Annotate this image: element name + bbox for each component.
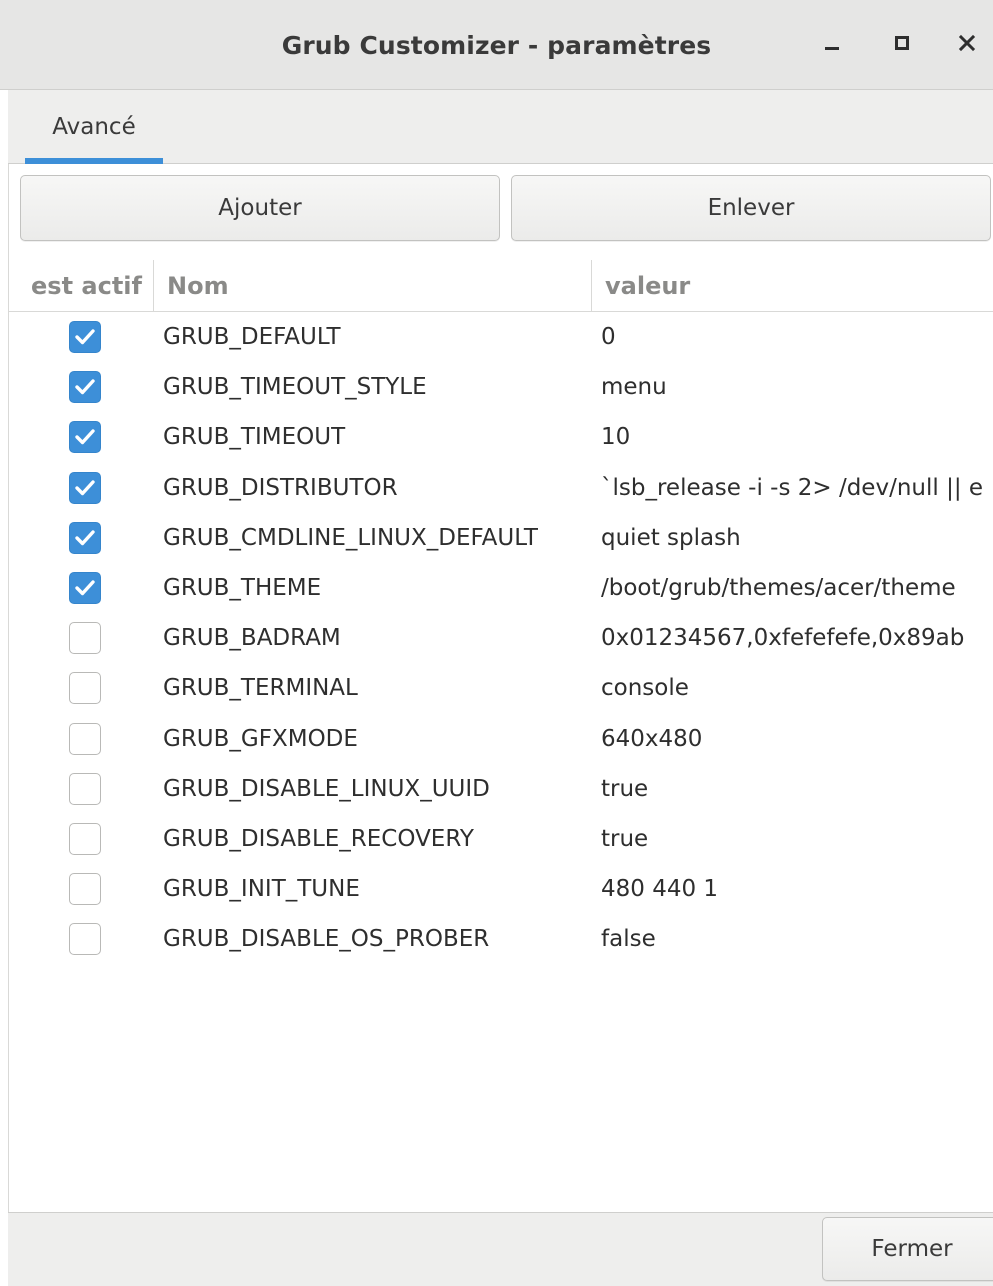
- tab-avance[interactable]: Avancé: [25, 90, 163, 164]
- active-checkbox[interactable]: [69, 772, 101, 805]
- column-header-name[interactable]: Nom: [153, 260, 591, 312]
- setting-name: GRUB_BADRAM: [163, 625, 341, 652]
- checkmark-icon: [75, 329, 95, 345]
- table-row[interactable]: GRUB_DISABLE_OS_PROBER false: [9, 914, 993, 964]
- settings-window: Grub Customizer - paramètres Avancé Ajou…: [0, 0, 993, 1286]
- setting-value[interactable]: true: [601, 814, 993, 864]
- checkmark-icon: [75, 379, 95, 395]
- active-checkbox[interactable]: [69, 622, 101, 655]
- table-row[interactable]: GRUB_TERMINAL console: [9, 663, 993, 713]
- setting-value[interactable]: quiet splash: [601, 513, 993, 563]
- table-row[interactable]: GRUB_DISABLE_RECOVERY true: [9, 814, 993, 864]
- setting-name: GRUB_TIMEOUT: [163, 424, 346, 451]
- table-row[interactable]: GRUB_GFXMODE 640x480: [9, 714, 993, 764]
- dialog-action-area: Fermer: [8, 1212, 993, 1286]
- table-row[interactable]: GRUB_TIMEOUT 10: [9, 412, 993, 462]
- title-bar[interactable]: Grub Customizer - paramètres: [0, 0, 993, 90]
- close-icon: [958, 34, 976, 56]
- tab-content: Ajouter Enlever est actif Nom valeur GRU…: [8, 164, 993, 1212]
- table-row[interactable]: GRUB_THEME/boot/grub/themes/acer/theme: [9, 563, 993, 613]
- window-left-edge: [0, 90, 8, 1286]
- active-checkbox[interactable]: [69, 923, 101, 956]
- maximize-button[interactable]: [885, 28, 919, 62]
- checkmark-icon: [75, 580, 95, 596]
- table-header: est actif Nom valeur: [9, 260, 993, 312]
- remove-button[interactable]: Enlever: [511, 175, 991, 241]
- table-row[interactable]: GRUB_CMDLINE_LINUX_DEFAULT quiet splash: [9, 513, 993, 563]
- table-row[interactable]: GRUB_BADRAM 0x01234567,0xfefefefe,0x89ab: [9, 613, 993, 663]
- setting-value[interactable]: `lsb_release -i -s 2> /dev/null || e: [601, 463, 993, 513]
- checkmark-icon: [75, 479, 95, 495]
- tab-bar: Avancé: [8, 90, 993, 164]
- minimize-button[interactable]: [815, 28, 849, 62]
- column-header-value[interactable]: valeur: [591, 260, 993, 312]
- checkmark-icon: [75, 530, 95, 545]
- add-button[interactable]: Ajouter: [20, 175, 500, 241]
- active-checkbox[interactable]: [69, 521, 101, 554]
- checkmark-icon: [75, 429, 95, 445]
- maximize-icon: [893, 34, 911, 56]
- setting-value[interactable]: false: [601, 914, 993, 964]
- tab-label: Avancé: [52, 114, 136, 140]
- table-row[interactable]: GRUB_DEFAULT 0: [9, 312, 993, 362]
- setting-name: GRUB_DEFAULT: [163, 324, 341, 350]
- setting-name: GRUB_DISABLE_LINUX_UUID: [163, 775, 490, 802]
- setting-name: GRUB_GFXMODE: [163, 725, 358, 752]
- setting-value[interactable]: 10: [601, 412, 993, 462]
- close-window-button[interactable]: [950, 28, 984, 62]
- table-row[interactable]: GRUB_INIT_TUNE 480 440 1: [9, 864, 993, 914]
- table-body: GRUB_DEFAULT 0 GRUB_TIMEOUT_STYLE menu GRUB_…: [9, 312, 993, 964]
- setting-value[interactable]: /boot/grub/themes/acer/theme: [601, 563, 993, 613]
- setting-name: GRUB_DISABLE_OS_PROBER: [163, 926, 490, 953]
- setting-name: GRUB_TERMINAL: [163, 675, 358, 702]
- close-button[interactable]: Fermer: [822, 1217, 993, 1281]
- active-checkbox[interactable]: [69, 421, 101, 454]
- active-checkbox[interactable]: [69, 371, 101, 404]
- column-header-active[interactable]: est actif: [31, 260, 153, 312]
- table-row[interactable]: GRUB_DISABLE_LINUX_UUID true: [9, 764, 993, 814]
- active-checkbox[interactable]: [69, 471, 101, 504]
- setting-name: GRUB_THEME: [163, 574, 322, 601]
- setting-name: GRUB_INIT_TUNE: [163, 876, 360, 903]
- active-checkbox[interactable]: [69, 722, 101, 755]
- active-checkbox[interactable]: [69, 672, 101, 705]
- active-checkbox[interactable]: [69, 321, 101, 353]
- active-checkbox[interactable]: [69, 822, 101, 855]
- setting-value[interactable]: console: [601, 663, 993, 713]
- settings-table: est actif Nom valeur GRUB_DEFAULT 0 GRUB_T…: [9, 260, 993, 1212]
- active-checkbox[interactable]: [69, 571, 101, 604]
- minimize-icon: [823, 34, 841, 56]
- table-row[interactable]: GRUB_TIMEOUT_STYLE menu: [9, 362, 993, 412]
- active-checkbox[interactable]: [69, 873, 101, 906]
- setting-value[interactable]: 0x01234567,0xfefefefe,0x89ab: [601, 613, 993, 663]
- table-row[interactable]: GRUB_DISTRIBUTOR `lsb_release -i -s 2> /d…: [9, 463, 993, 513]
- setting-name: GRUB_TIMEOUT_STYLE: [163, 374, 427, 401]
- setting-name: GRUB_DISTRIBUTOR: [163, 474, 398, 501]
- setting-name: GRUB_DISABLE_RECOVERY: [163, 825, 474, 852]
- setting-value[interactable]: menu: [601, 362, 993, 412]
- setting-value[interactable]: 640x480: [601, 714, 993, 764]
- setting-value[interactable]: 480 440 1: [601, 864, 993, 914]
- setting-value[interactable]: true: [601, 764, 993, 814]
- setting-name: GRUB_CMDLINE_LINUX_DEFAULT: [163, 524, 538, 551]
- setting-value[interactable]: 0: [601, 312, 993, 362]
